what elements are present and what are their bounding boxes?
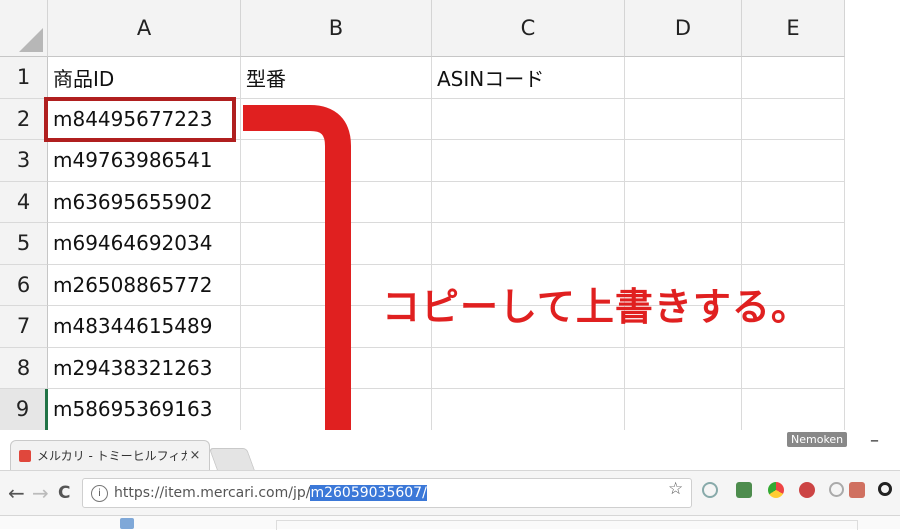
cell-d8[interactable] — [625, 347, 742, 389]
cell-b3[interactable] — [241, 140, 432, 182]
url-suffix: / — [422, 485, 427, 501]
address-bar[interactable]: i https://item.mercari.com/jp/m260590356… — [82, 478, 692, 508]
tab-title: メルカリ - トミーヒルフィガー ウ — [37, 449, 187, 463]
column-header-e[interactable]: E — [742, 0, 845, 57]
cell-c8[interactable] — [432, 347, 625, 389]
color-extension-icon[interactable] — [768, 482, 784, 498]
mercari-favicon-icon — [19, 449, 31, 462]
cell-a4[interactable]: m63695655902 — [48, 181, 241, 223]
bookmark-bar — [0, 516, 900, 530]
select-all-corner[interactable] — [0, 0, 48, 57]
row-header-7[interactable]: 7 — [0, 306, 48, 348]
cell-a6[interactable]: m26508865772 — [48, 264, 241, 306]
cell-c9[interactable] — [432, 389, 625, 431]
row-header-8[interactable]: 8 — [0, 347, 48, 389]
row-header-3[interactable]: 3 — [0, 140, 48, 182]
cell-b4[interactable] — [241, 181, 432, 223]
cell-c1[interactable]: ASINコード — [432, 57, 625, 99]
cell-b1[interactable]: 型番 — [241, 57, 432, 99]
cell-b9[interactable] — [241, 389, 432, 431]
cell-e4[interactable] — [742, 181, 845, 223]
cell-d1[interactable] — [625, 57, 742, 99]
back-arrow-icon[interactable]: ← — [8, 481, 25, 505]
column-header-a[interactable]: A — [48, 0, 241, 57]
cell-c4[interactable] — [432, 181, 625, 223]
cell-e9[interactable] — [742, 389, 845, 431]
cell-b8[interactable] — [241, 347, 432, 389]
cell-d5[interactable] — [625, 223, 742, 265]
url-prefix: https://item.mercari.com/jp/ — [114, 485, 311, 501]
spreadsheet: A B C D E 1 商品ID 型番 ASINコード 2 m84495677223 3 m4… — [0, 0, 845, 431]
cell-c2[interactable] — [432, 98, 625, 140]
browser-window: メルカリ - トミーヒルフィガー ウ × Nemoken – ← → C i h… — [0, 430, 900, 530]
cell-b5[interactable] — [241, 223, 432, 265]
bookmark-folder-icon[interactable] — [120, 518, 134, 529]
dark-extension-icon[interactable] — [878, 482, 892, 496]
cell-c5[interactable] — [432, 223, 625, 265]
cell-e3[interactable] — [742, 140, 845, 182]
search-extension-icon[interactable] — [702, 482, 718, 498]
new-tab-button[interactable] — [208, 448, 256, 471]
cell-e1[interactable] — [742, 57, 845, 99]
tab-strip: メルカリ - トミーヒルフィガー ウ × Nemoken – — [0, 430, 900, 471]
cell-a9[interactable]: m58695369163 — [48, 389, 241, 431]
cell-a3[interactable]: m49763986541 — [48, 140, 241, 182]
instruction-text: コピーして上書きする。 — [382, 285, 810, 329]
row-header-6[interactable]: 6 — [0, 264, 48, 306]
cell-e5[interactable] — [742, 223, 845, 265]
green-extension-icon[interactable] — [736, 482, 752, 498]
row-header-2[interactable]: 2 — [0, 98, 48, 140]
circle-extension-icon[interactable] — [829, 482, 844, 497]
cell-a8[interactable]: m29438321263 — [48, 347, 241, 389]
cell-c3[interactable] — [432, 140, 625, 182]
cell-e2[interactable] — [742, 98, 845, 140]
row-header-4[interactable]: 4 — [0, 181, 48, 223]
profile-name[interactable]: Nemoken — [787, 432, 848, 447]
minimize-button[interactable]: – — [870, 430, 879, 451]
browser-tab-mercari[interactable]: メルカリ - トミーヒルフィガー ウ × — [10, 440, 210, 470]
cell-d4[interactable] — [625, 181, 742, 223]
cell-e8[interactable] — [742, 347, 845, 389]
column-header-c[interactable]: C — [432, 0, 625, 57]
bookmark-star-icon[interactable]: ☆ — [668, 479, 683, 499]
cell-a1[interactable]: 商品ID — [48, 57, 241, 99]
browser-toolbar: ← → C i https://item.mercari.com/jp/m260… — [0, 470, 900, 516]
cell-a2[interactable]: m84495677223 — [48, 98, 241, 140]
url-selected-segment: m26059035607 — [310, 485, 423, 501]
cell-d9[interactable] — [625, 389, 742, 431]
cell-a5[interactable]: m69464692034 — [48, 223, 241, 265]
forward-arrow-icon[interactable]: → — [32, 481, 49, 505]
cell-d3[interactable] — [625, 140, 742, 182]
cell-a7[interactable]: m48344615489 — [48, 306, 241, 348]
row-header-9[interactable]: 9 — [0, 389, 48, 431]
pink-extension-icon[interactable] — [849, 482, 865, 498]
column-header-b[interactable]: B — [241, 0, 432, 57]
column-header-d[interactable]: D — [625, 0, 742, 57]
row-header-1[interactable]: 1 — [0, 57, 48, 99]
cell-b2[interactable] — [241, 98, 432, 140]
red-extension-icon[interactable] — [799, 482, 815, 498]
reload-icon[interactable]: C — [58, 483, 70, 503]
cell-d2[interactable] — [625, 98, 742, 140]
info-icon[interactable]: i — [91, 484, 108, 502]
close-icon[interactable]: × — [187, 448, 203, 463]
row-header-5[interactable]: 5 — [0, 223, 48, 265]
